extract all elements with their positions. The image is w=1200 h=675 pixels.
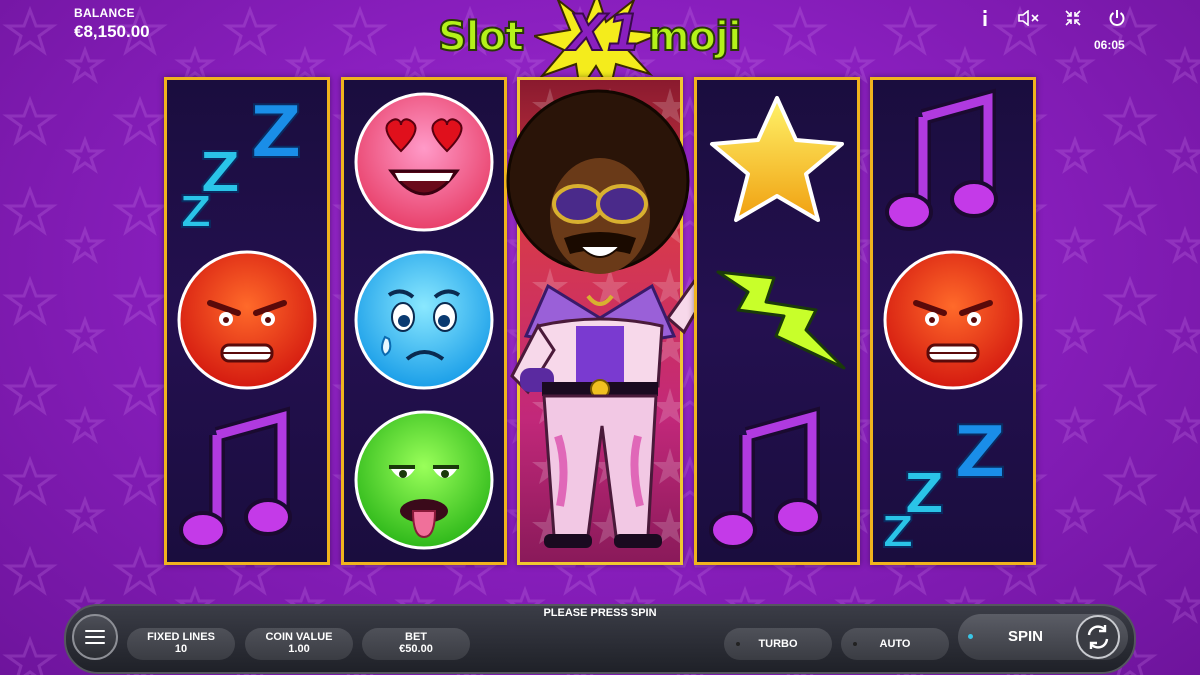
top-controls	[972, 8, 1130, 28]
spin-button[interactable]: SPIN	[958, 614, 1128, 660]
balance-value: €8,150.00	[74, 22, 150, 41]
coin-value-value: 1.00	[288, 643, 310, 655]
hamburger-icon	[85, 630, 105, 632]
mute-icon[interactable]	[1016, 8, 1042, 28]
bet-selector[interactable]: BET €50.00	[362, 628, 470, 660]
music-note-icon	[873, 82, 1033, 242]
logo-text-slot: Slot	[437, 13, 525, 61]
turbo-indicator-icon	[736, 642, 740, 646]
auto-indicator-icon	[853, 642, 857, 646]
sick-face-icon	[344, 400, 504, 560]
svg-text:Z: Z	[200, 141, 241, 206]
coin-value-selector[interactable]: COIN VALUE 1.00	[245, 628, 353, 660]
reel-4	[694, 77, 860, 565]
crying-face-icon	[344, 240, 504, 400]
turbo-toggle[interactable]: TURBO	[724, 628, 832, 660]
spin-label: SPIN	[1008, 628, 1044, 645]
reel-2	[341, 77, 507, 565]
info-icon[interactable]	[972, 8, 998, 28]
star-icon	[697, 82, 857, 242]
game-logo: Slot X1 moji	[437, 0, 756, 90]
svg-text:Z: Z	[904, 462, 945, 527]
music-note-icon	[167, 400, 327, 560]
angry-face-icon	[167, 240, 327, 400]
reel-5: Z Z Z	[870, 77, 1036, 565]
fixed-lines-display: FIXED LINES 10	[127, 628, 235, 660]
auto-button[interactable]: AUTO	[841, 628, 949, 660]
angry-face-icon	[873, 240, 1033, 400]
turbo-label: TURBO	[758, 638, 798, 650]
svg-text:Z: Z	[250, 90, 302, 174]
balance-display: BALANCE €8,150.00	[74, 6, 150, 42]
logo-text-moji: moji	[647, 13, 743, 61]
reel-1: Z Z Z	[164, 77, 330, 565]
fixed-lines-label: FIXED LINES	[147, 631, 215, 643]
power-icon[interactable]	[1104, 8, 1130, 28]
music-note-icon	[697, 400, 857, 560]
balance-label: BALANCE	[74, 6, 135, 20]
spin-arrows-icon	[1076, 615, 1120, 659]
zzz-icon: Z Z Z	[873, 400, 1033, 560]
svg-text:Z: Z	[954, 410, 1006, 494]
spin-indicator-icon	[968, 634, 973, 639]
clock: 06:05	[1094, 38, 1125, 52]
lightning-bolt-icon	[697, 240, 857, 400]
zzz-icon: Z Z Z	[167, 82, 327, 242]
auto-label: AUTO	[879, 638, 911, 650]
coin-value-label: COIN VALUE	[265, 631, 333, 643]
bet-value: €50.00	[399, 643, 433, 655]
exit-fullscreen-icon[interactable]	[1060, 8, 1086, 28]
menu-button[interactable]	[72, 614, 118, 660]
heart-eyes-face-icon	[344, 82, 504, 242]
fixed-lines-value: 10	[174, 643, 188, 655]
logo-text-x1: X1	[567, 3, 642, 63]
bet-label: BET	[405, 631, 427, 643]
